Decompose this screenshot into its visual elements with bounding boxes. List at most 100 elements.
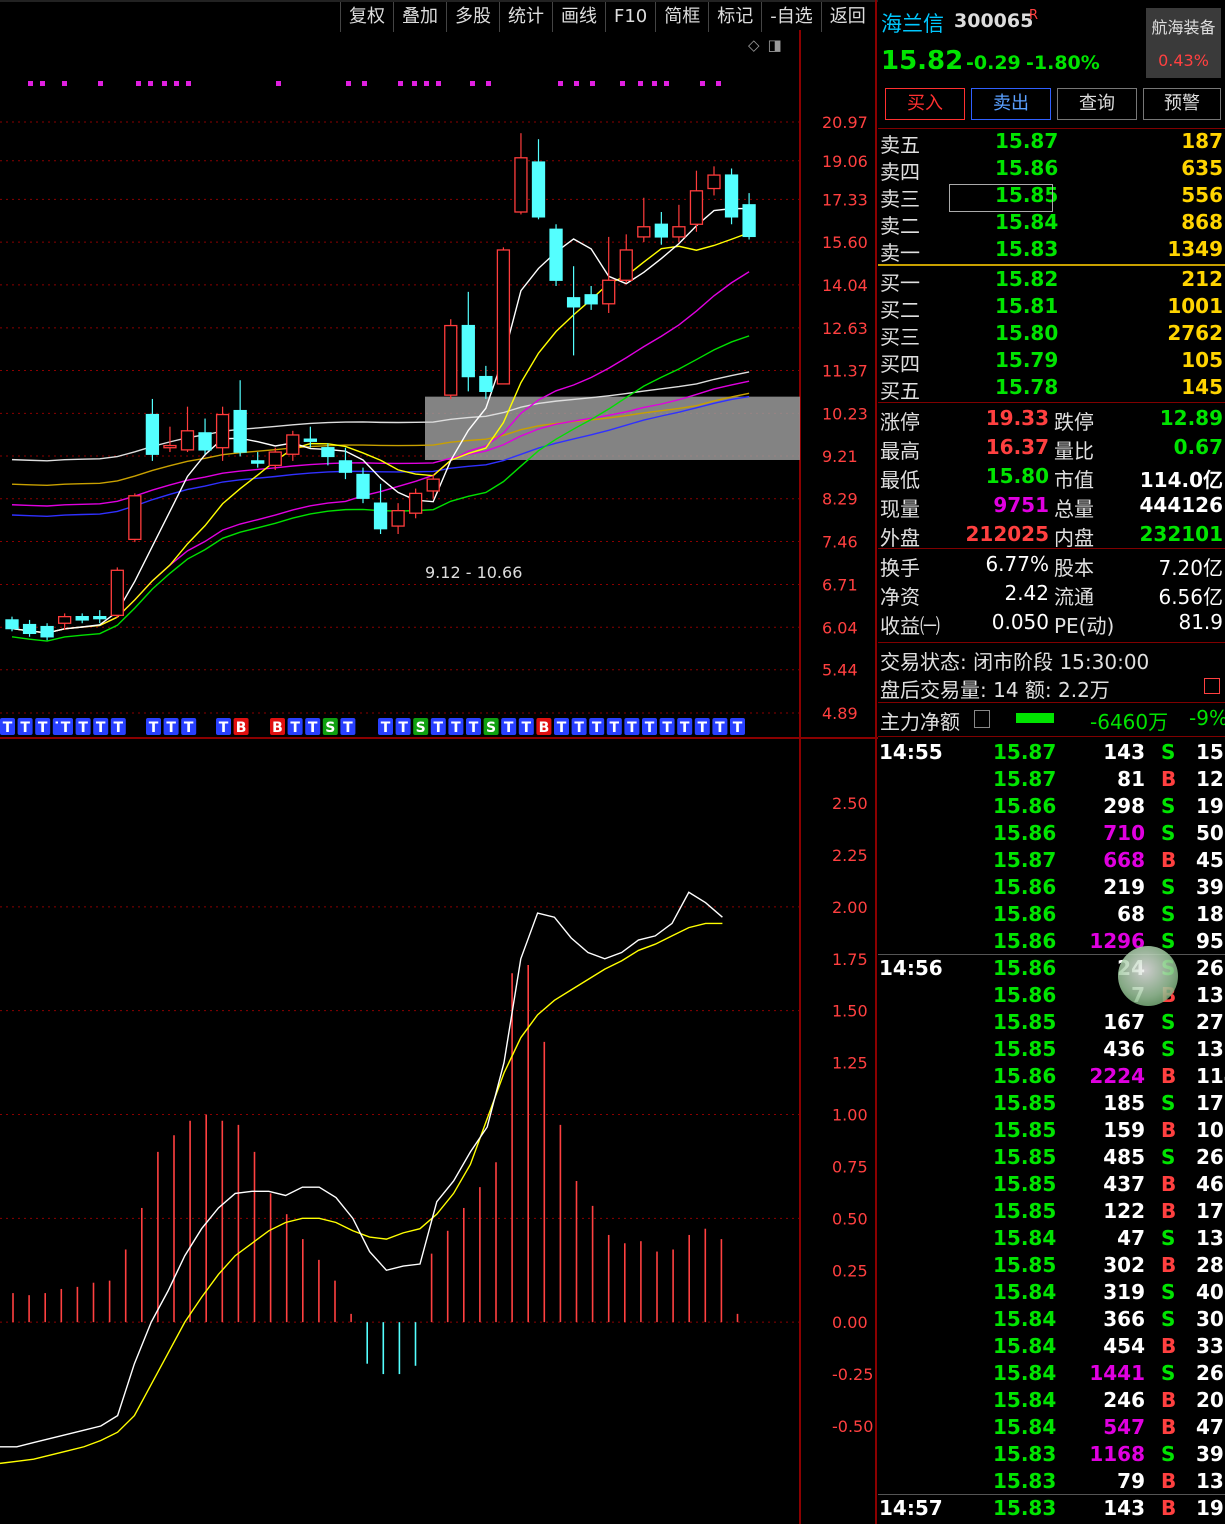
signal-dot: [398, 81, 403, 86]
tick-volume: 366: [1103, 1307, 1145, 1331]
signal-badge-b: B: [539, 720, 550, 736]
stock-flag: R: [1029, 8, 1039, 23]
toolbar-back-button[interactable]: 返回: [820, 2, 874, 32]
panel-toggle-icon[interactable]: ◨: [768, 36, 782, 54]
tick-price: 15.85: [993, 1037, 1057, 1061]
bid-row[interactable]: 买二 15.81 1001: [878, 294, 1225, 322]
tick-row: 15.87 81 B 12: [878, 767, 1225, 794]
price-axis-label: 17.33: [822, 190, 868, 209]
ask-volume: 635: [1181, 156, 1223, 180]
candle-body: [215, 413, 230, 449]
tick-volume: 302: [1103, 1253, 1145, 1277]
tick-count: 28: [1196, 1253, 1224, 1277]
bid-row[interactable]: 买五 15.78 145: [878, 375, 1225, 403]
ask-row[interactable]: 卖五 15.87 187: [878, 129, 1225, 157]
toolbar-draw-line-button[interactable]: 画线: [552, 2, 605, 32]
signal-dot: [436, 81, 441, 86]
tick-side: B: [1161, 1064, 1177, 1088]
candle-body: [689, 190, 704, 225]
ask-row[interactable]: 卖四 15.86 635: [878, 156, 1225, 184]
tick-row: 15.85 485 S 26: [878, 1145, 1225, 1172]
price-axis-label: 15.60: [822, 233, 868, 252]
tick-row: 15.86 1296 S 95: [878, 929, 1225, 956]
tick-volume: 81: [1117, 767, 1145, 791]
tick-count: 39: [1196, 875, 1224, 899]
sell-button[interactable]: 卖出: [971, 88, 1051, 120]
tick-side: S: [1161, 740, 1176, 764]
toolbar-mark-button[interactable]: 标记: [708, 2, 761, 32]
signal-badge-b: B: [236, 720, 247, 736]
signal-dot: [412, 81, 417, 86]
tick-count: 13: [1196, 1037, 1224, 1061]
candle-body: [93, 615, 107, 620]
macd-axis-label: 2.50: [832, 794, 868, 813]
tick-row: 15.85 185 S 17: [878, 1091, 1225, 1118]
tick-price: 15.85: [993, 1091, 1057, 1115]
price-range-label: 9.12 - 10.66: [425, 563, 522, 582]
signal-dot: [40, 81, 45, 86]
ask-row[interactable]: 卖二 15.84 868: [878, 210, 1225, 238]
tick-count: 19: [1196, 1496, 1224, 1520]
toolbar-rights-adjust-button[interactable]: 复权: [340, 2, 393, 32]
tick-price: 15.83: [993, 1442, 1057, 1466]
ask-label: 卖二: [880, 214, 920, 238]
price-axis-label: 6.71: [822, 576, 858, 595]
selected-quote-box: [949, 184, 1053, 212]
bid-label: 买二: [880, 298, 920, 322]
tick-side: S: [1161, 875, 1176, 899]
signal-badge-t: T: [680, 720, 690, 736]
stat-label: 市值: [1054, 468, 1094, 492]
candle-body: [338, 460, 353, 473]
ask-volume: 556: [1181, 183, 1223, 207]
macd-axis-label: 0.00: [832, 1313, 868, 1332]
toolbar-f10-button[interactable]: F10: [605, 2, 655, 32]
candle-body: [373, 502, 388, 530]
toolbar-watchlist-button[interactable]: -自选: [761, 2, 821, 32]
bid-price: 15.80: [995, 321, 1059, 345]
candle-body: [163, 444, 177, 449]
ask-label: 卖五: [880, 133, 920, 157]
tick-price: 15.84: [993, 1415, 1057, 1439]
query-button[interactable]: 查询: [1057, 88, 1137, 120]
bid-row[interactable]: 买一 15.82 212: [878, 267, 1225, 295]
signal-dot: [98, 81, 103, 86]
toolbar-multi-stock-button[interactable]: 多股: [446, 2, 499, 32]
signal-badge-t: T: [610, 720, 620, 736]
tick-row: 15.86 2224 B 114: [878, 1064, 1225, 1091]
stats-row: 最高 16.37 量比 0.67: [878, 435, 1225, 463]
tick-side: S: [1161, 794, 1176, 818]
tick-volume: 185: [1103, 1091, 1145, 1115]
alert-button[interactable]: 预警: [1143, 88, 1221, 120]
bid-row[interactable]: 买四 15.79 105: [878, 348, 1225, 376]
tick-side: B: [1161, 848, 1177, 872]
tick-row: 15.83 79 B 13: [878, 1469, 1225, 1496]
chart-icon[interactable]: [1204, 678, 1220, 694]
tick-volume: 668: [1103, 848, 1145, 872]
toolbar-simple-frame-button[interactable]: 简框: [655, 2, 708, 32]
diamond-icon[interactable]: ◇: [748, 36, 760, 54]
toolbar-overlay-button[interactable]: 叠加: [393, 2, 446, 32]
bid-volume: 212: [1181, 267, 1223, 291]
candle-body: [180, 430, 195, 451]
signal-dot: [716, 81, 721, 86]
tick-volume: 319: [1103, 1280, 1145, 1304]
bid-row[interactable]: 买三 15.80 2762: [878, 321, 1225, 349]
stat-value: 444126: [1139, 493, 1224, 517]
kline-and-macd-chart[interactable]: 20.97 19.06 17.33 15.60 14.04 12.63 11.37 10.23…: [0, 0, 878, 1524]
list-icon[interactable]: [974, 710, 990, 728]
price-axis-label: 6.04: [822, 618, 858, 637]
tick-volume: 219: [1103, 875, 1145, 899]
candle-body: [251, 460, 265, 464]
tick-row: 15.85 159 B 10: [878, 1118, 1225, 1145]
tick-side: B: [1161, 1199, 1177, 1223]
tick-count: 33: [1196, 1334, 1224, 1358]
toolbar-statistics-button[interactable]: 统计: [499, 2, 552, 32]
macd-axis-label: 1.50: [832, 1002, 868, 1021]
assistant-float-icon[interactable]: [1118, 946, 1178, 1006]
stat-value: 0.67: [1173, 435, 1223, 459]
tick-row: 15.85 167 S 27: [878, 1010, 1225, 1037]
ask-row[interactable]: 卖一 15.83 1349: [878, 237, 1225, 265]
buy-button[interactable]: 买入: [885, 88, 965, 120]
sector-box[interactable]: 航海装备 0.43%: [1146, 8, 1221, 78]
candle-body: [426, 478, 440, 492]
